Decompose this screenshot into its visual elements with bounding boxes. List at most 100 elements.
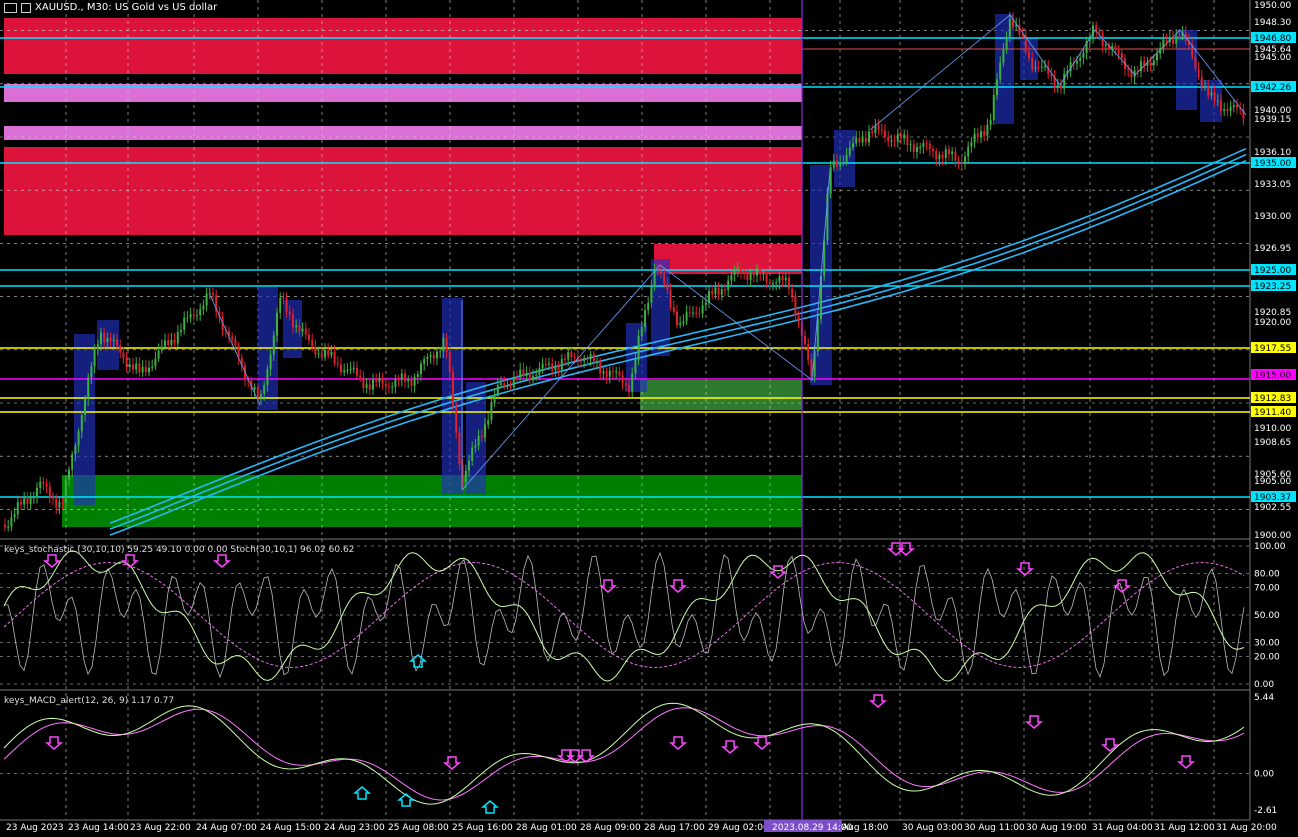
- candle-body: [1175, 35, 1178, 44]
- candle-body: [144, 366, 147, 373]
- candle-body: [586, 358, 589, 360]
- candle-body: [205, 293, 208, 306]
- candle-body: [1092, 25, 1094, 37]
- candle-body: [1229, 106, 1232, 112]
- chart-window[interactable]: 1950.00 1948.30 1946.80 1945.64 1945.00 1942.…: [0, 0, 1298, 833]
- price-axis-label: 1939.15: [1254, 115, 1291, 125]
- candle-body: [1226, 109, 1229, 112]
- candle-body: [1223, 109, 1226, 111]
- candle-body: [445, 337, 448, 352]
- candle-body: [135, 363, 138, 370]
- background: [0, 0, 1298, 833]
- candle-body: [880, 129, 883, 131]
- candle-body: [906, 134, 909, 146]
- session-box: [97, 320, 119, 370]
- candle-body: [23, 498, 26, 505]
- candle-body: [1005, 38, 1008, 50]
- candle-body: [877, 125, 880, 130]
- candle-body: [1034, 67, 1037, 69]
- candle-body: [944, 149, 947, 159]
- candle-body: [1194, 56, 1197, 69]
- candle-body: [1232, 105, 1235, 107]
- candle-body: [989, 119, 992, 125]
- candle-body: [269, 354, 272, 370]
- chart-type-icon[interactable]: [4, 2, 17, 13]
- candle-body: [452, 372, 454, 407]
- candle-body: [762, 273, 765, 275]
- candle-body: [234, 339, 237, 346]
- candle-body: [93, 348, 96, 367]
- candle-body: [317, 353, 320, 355]
- candle-body: [557, 366, 560, 370]
- candle-body: [471, 447, 474, 461]
- candle-body: [1040, 66, 1043, 68]
- candle-body: [71, 454, 74, 470]
- candle-body: [455, 406, 458, 433]
- candle-body: [567, 352, 570, 360]
- candle-body: [717, 287, 720, 295]
- candle-body: [378, 378, 381, 382]
- candle-body: [727, 280, 730, 290]
- candle-body: [660, 271, 662, 274]
- candle-body: [368, 384, 371, 390]
- candle-body: [1021, 34, 1024, 36]
- candle-body: [410, 379, 413, 386]
- candle-body: [1044, 66, 1046, 68]
- price-axis-label: 1920.85: [1254, 308, 1291, 318]
- candle-body: [685, 312, 688, 322]
- candle-body: [20, 502, 22, 505]
- candle-body: [624, 383, 627, 386]
- candle-body: [615, 371, 618, 373]
- time-axis-label: 29 Aug 02:00: [708, 823, 769, 833]
- candle-body: [948, 149, 950, 155]
- candle-body: [871, 131, 874, 134]
- candle-body: [612, 370, 614, 372]
- time-axis-label: 31 Aug 12:00: [1154, 823, 1215, 833]
- candle-body: [708, 291, 710, 303]
- demand-zone: [640, 380, 802, 410]
- candle-body: [10, 517, 13, 527]
- price-axis-label: 1917.55: [1254, 344, 1291, 354]
- time-axis-label: 25 Aug 08:00: [388, 823, 449, 833]
- symbol-title: XAUUSD., M30: US Gold vs US dollar: [35, 2, 218, 13]
- flag-icon[interactable]: [21, 2, 31, 13]
- candle-body: [656, 270, 659, 272]
- candle-body: [343, 370, 346, 373]
- candle-body: [1031, 58, 1034, 69]
- candle-body: [436, 351, 438, 359]
- candle-body: [692, 312, 694, 314]
- candle-body: [848, 147, 851, 155]
- candle-body: [842, 162, 845, 164]
- candle-body: [970, 142, 973, 147]
- candle-body: [362, 377, 365, 388]
- candle-body: [548, 363, 550, 365]
- candle-body: [976, 133, 979, 138]
- candle-body: [592, 354, 595, 362]
- candle-body: [202, 305, 205, 310]
- candle-body: [605, 371, 608, 377]
- candle-body: [192, 314, 195, 316]
- candle-body: [647, 302, 650, 311]
- chart-canvas[interactable]: 1950.001948.301946.801945.641945.001942.…: [0, 0, 1298, 833]
- candle-body: [516, 377, 518, 379]
- price-axis-label: 1925.00: [1254, 266, 1291, 276]
- stoch-axis-label: 100.00: [1254, 542, 1286, 552]
- candle-body: [519, 369, 522, 379]
- candle-body: [628, 385, 630, 392]
- candle-body: [551, 363, 554, 371]
- stoch-axis-label: 70.00: [1254, 583, 1280, 593]
- candle-body: [864, 137, 867, 143]
- pink-zone: [4, 126, 802, 140]
- candle-body: [365, 384, 368, 388]
- candle-body: [912, 144, 915, 152]
- candle-body: [39, 481, 42, 488]
- candle-body: [967, 146, 970, 157]
- candle-body: [48, 486, 51, 497]
- candle-body: [532, 375, 534, 381]
- candle-body: [756, 267, 758, 276]
- candle-body: [298, 325, 301, 332]
- candle-body: [903, 134, 906, 139]
- macd-axis-label: -2.61: [1254, 806, 1277, 816]
- candle-body: [90, 366, 93, 378]
- candle-body: [45, 483, 48, 487]
